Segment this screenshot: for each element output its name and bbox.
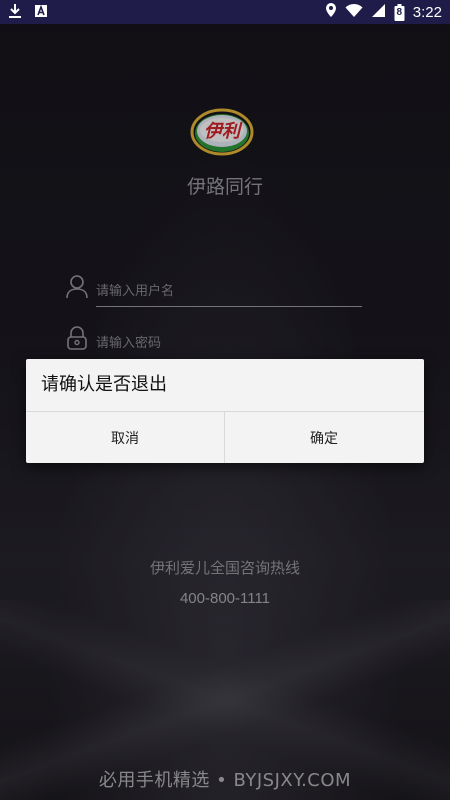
dialog-title: 请确认是否退出 <box>41 374 167 395</box>
a-box-icon <box>34 3 48 23</box>
status-bar: 8 3:22 <box>0 0 450 24</box>
signal-icon <box>371 3 386 22</box>
wifi-icon <box>345 3 363 22</box>
battery-icon: 8 <box>394 3 405 21</box>
exit-confirm-dialog: 请确认是否退出 取消 确定 <box>26 359 424 463</box>
location-icon <box>325 2 337 22</box>
cancel-button[interactable]: 取消 <box>26 412 224 463</box>
confirm-button[interactable]: 确定 <box>225 412 423 463</box>
status-time: 3:22 <box>412 3 442 21</box>
battery-level: 8 <box>396 6 403 18</box>
download-icon <box>8 3 22 23</box>
